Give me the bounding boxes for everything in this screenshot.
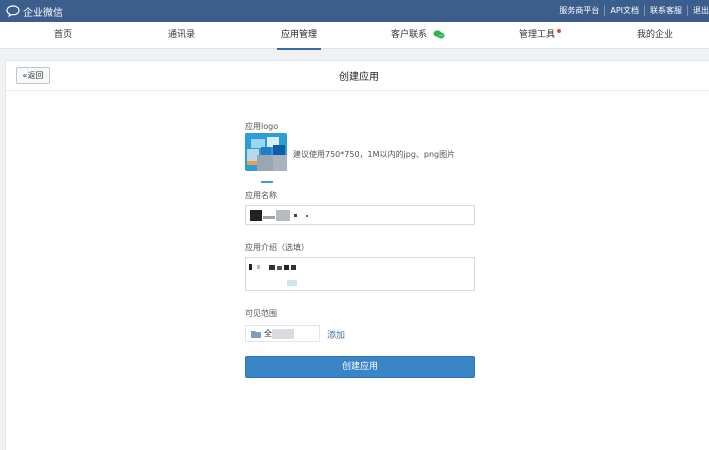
add-scope-link[interactable]: 添加 bbox=[327, 328, 345, 341]
app-name-input[interactable] bbox=[245, 205, 475, 225]
top-bar: 企业微信 服务商平台 API文档 联系客服 退出 bbox=[0, 0, 709, 22]
contact-support-link[interactable]: 联系客服 bbox=[645, 5, 688, 16]
page-title: 创建应用 bbox=[339, 72, 379, 83]
nav-admin-tools[interactable]: 管理工具 bbox=[519, 22, 555, 49]
red-dot-badge bbox=[557, 29, 561, 33]
chat-bubble-icon bbox=[6, 5, 20, 17]
app-intro-textarea[interactable] bbox=[245, 257, 475, 291]
nav-my-company[interactable]: 我的企业 bbox=[637, 22, 673, 49]
nav-home[interactable]: 首页 bbox=[54, 22, 72, 49]
create-app-button[interactable]: 创建应用 bbox=[245, 356, 475, 378]
nav-contacts[interactable]: 通讯录 bbox=[168, 22, 195, 49]
card-header: «返回 创建应用 bbox=[6, 61, 709, 91]
logo-hint: 建议使用750*750，1M以内的jpg、png图片 bbox=[293, 150, 456, 159]
service-provider-link[interactable]: 服务商平台 bbox=[554, 5, 606, 16]
app-logo-upload[interactable] bbox=[245, 133, 287, 171]
brand[interactable]: 企业微信 bbox=[6, 4, 63, 19]
logout-link[interactable]: 退出 bbox=[688, 5, 709, 16]
app-name-redacted bbox=[250, 210, 308, 221]
nav-customer-contact[interactable]: 客户联系 bbox=[391, 22, 445, 49]
app-logo-image bbox=[245, 133, 287, 171]
wechat-icon bbox=[433, 30, 445, 39]
scope-label: 可见范围 bbox=[245, 309, 277, 318]
back-button[interactable]: «返回 bbox=[16, 67, 50, 84]
nav-app-management[interactable]: 应用管理 bbox=[276, 22, 322, 50]
app-intro-redacted bbox=[249, 264, 297, 286]
top-links: 服务商平台 API文档 联系客服 退出 bbox=[554, 5, 709, 16]
logo-label: 应用logo bbox=[245, 122, 279, 131]
app-name-label: 应用名称 bbox=[245, 191, 277, 200]
create-app-card: «返回 创建应用 bbox=[5, 60, 709, 450]
scope-redacted bbox=[272, 329, 294, 339]
main-nav: 首页 通讯录 应用管理 客户联系 管理工具 我的企业 bbox=[0, 22, 709, 50]
scope-value: 全 bbox=[264, 329, 272, 338]
logo-underline bbox=[261, 181, 273, 183]
folder-icon bbox=[251, 331, 261, 338]
nav-customer-contact-label: 客户联系 bbox=[391, 30, 428, 40]
app-title: 企业微信 bbox=[23, 7, 63, 19]
api-docs-link[interactable]: API文档 bbox=[605, 5, 645, 16]
app-intro-label: 应用介绍（选填） bbox=[245, 243, 309, 252]
scope-selected-item[interactable]: 全 bbox=[245, 325, 320, 342]
